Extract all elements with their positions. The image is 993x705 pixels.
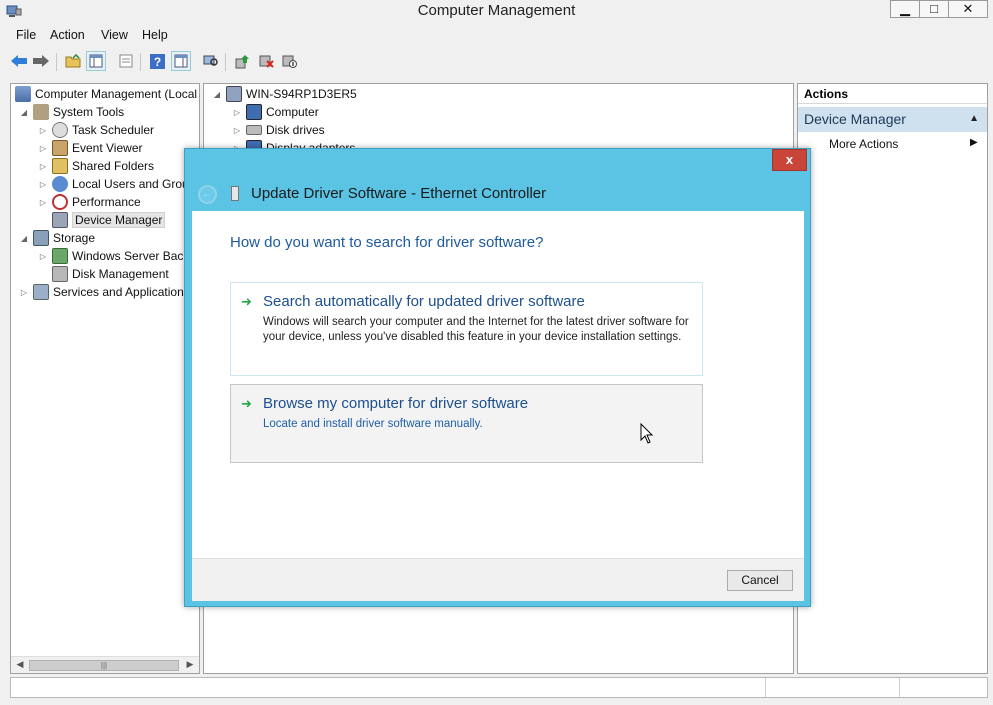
more-actions-item[interactable]: More Actions (829, 137, 898, 151)
users-icon (52, 176, 68, 192)
dialog-footer: Cancel (192, 558, 804, 601)
cancel-button[interactable]: Cancel (727, 570, 793, 591)
dialog-close-button[interactable]: x (772, 149, 807, 171)
menu-help[interactable]: Help (142, 28, 168, 42)
computer-icon (226, 86, 242, 102)
tree-item-task-scheduler[interactable]: ▷ Task Scheduler (38, 121, 154, 139)
disable-device-icon[interactable] (279, 51, 299, 71)
scroll-right-icon[interactable]: ▶ (183, 659, 197, 672)
tree-item-system-tools[interactable]: ◢ System Tools (19, 103, 124, 121)
option-description: Locate and install driver software manua… (263, 418, 483, 430)
update-driver-dialog: x ← Update Driver Software - Ethernet Co… (184, 148, 811, 607)
disk-drive-icon (246, 125, 262, 135)
tree-item-shared-folders[interactable]: ▷ Shared Folders (38, 157, 154, 175)
tree-item-services-and-applications[interactable]: ▷ Services and Application (19, 283, 184, 301)
scan-hardware-icon[interactable] (201, 51, 221, 71)
device-tree-item-disk-drives[interactable]: ▷ Disk drives (232, 121, 325, 139)
computer-management-icon (15, 86, 31, 102)
toolbar: ? (0, 48, 993, 76)
collapse-triangle-icon[interactable]: ◢ (19, 108, 29, 117)
menu-action[interactable]: Action (50, 28, 85, 42)
expand-triangle-icon[interactable]: ▷ (232, 108, 242, 117)
menu-view[interactable]: View (101, 28, 128, 42)
expand-triangle-icon[interactable]: ▷ (38, 126, 48, 135)
menu-bar: File Action View Help (0, 26, 993, 46)
ethernet-device-icon (231, 186, 239, 201)
disk-management-icon (52, 266, 68, 282)
actions-header: Actions (798, 84, 987, 104)
shared-folders-icon (52, 158, 68, 174)
minimize-button[interactable]: ▁ (890, 0, 920, 18)
tree-item-storage[interactable]: ◢ Storage (19, 229, 95, 247)
actions-section-label: Device Manager (804, 111, 906, 127)
option-description: Windows will search your computer and th… (263, 316, 689, 343)
mouse-cursor-icon (640, 423, 654, 444)
collapse-up-icon[interactable]: ▲ (969, 113, 979, 124)
storage-icon (33, 230, 49, 246)
expand-triangle-icon[interactable]: ▷ (38, 198, 48, 207)
clock-icon (52, 122, 68, 138)
back-arrow-icon[interactable] (9, 51, 29, 71)
submenu-arrow-icon: ▶ (970, 137, 978, 148)
browse-computer-option[interactable]: ➜ Browse my computer for driver software… (230, 384, 703, 463)
backup-icon (52, 248, 68, 264)
back-arrow-icon[interactable]: ← (198, 185, 217, 204)
dialog-body: How do you want to search for driver sof… (192, 211, 804, 558)
tree-item-local-users[interactable]: ▷ Local Users and Grou (38, 175, 189, 193)
dialog-title: Update Driver Software - Ethernet Contro… (251, 185, 547, 202)
search-automatically-option[interactable]: ➜ Search automatically for updated drive… (230, 282, 703, 376)
dialog-question: How do you want to search for driver sof… (230, 234, 544, 251)
tools-icon (33, 104, 49, 120)
help-icon[interactable]: ? (147, 51, 167, 71)
expand-triangle-icon[interactable]: ▷ (232, 126, 242, 135)
collapse-triangle-icon[interactable]: ◢ (19, 234, 29, 243)
title-bar: Computer Management ▁ □ ✕ (0, 0, 993, 22)
monitor-icon (246, 104, 262, 120)
window-title: Computer Management (417, 2, 576, 19)
device-tree-item-computer[interactable]: ▷ Computer (232, 103, 319, 121)
event-viewer-icon (52, 140, 68, 156)
console-tree-icon[interactable] (86, 51, 106, 71)
menu-file[interactable]: File (16, 28, 36, 42)
green-arrow-icon: ➜ (241, 294, 252, 309)
green-arrow-icon: ➜ (241, 396, 252, 411)
option-title: Search automatically for updated driver … (263, 293, 585, 310)
console-tree: Computer Management (Local ◢ System Tool… (10, 83, 200, 674)
expand-triangle-icon[interactable]: ▷ (38, 252, 48, 261)
scrollbar-thumb[interactable]: ||| (29, 660, 179, 671)
uninstall-device-icon[interactable] (256, 51, 276, 71)
close-window-button[interactable]: ✕ (948, 0, 988, 18)
tree-item-computer-management[interactable]: Computer Management (Local (15, 85, 197, 103)
status-bar (10, 677, 988, 698)
tree-item-performance[interactable]: ▷ Performance (38, 193, 141, 211)
maximize-button[interactable]: □ (919, 0, 949, 18)
performance-icon (52, 194, 68, 210)
device-tree-root[interactable]: ◢ WIN-S94RP1D3ER5 (212, 85, 357, 103)
tree-item-disk-management[interactable]: Disk Management (52, 265, 169, 283)
expand-triangle-icon[interactable]: ▷ (38, 144, 48, 153)
actions-pane: Actions Device Manager ▲ More Actions ▶ (797, 83, 988, 674)
tree-item-windows-server-backup[interactable]: ▷ Windows Server Back (38, 247, 189, 265)
up-folder-icon[interactable] (63, 51, 83, 71)
expand-triangle-icon[interactable]: ▷ (19, 288, 29, 297)
update-driver-icon[interactable] (232, 51, 252, 71)
properties-icon[interactable] (116, 51, 136, 71)
services-icon (33, 284, 49, 300)
horizontal-scrollbar[interactable]: ◀ ||| ▶ (11, 656, 199, 673)
tree-item-event-viewer[interactable]: ▷ Event Viewer (38, 139, 142, 157)
actions-section-device-manager[interactable]: Device Manager ▲ (798, 107, 987, 132)
collapse-triangle-icon[interactable]: ◢ (212, 90, 222, 99)
forward-arrow-icon[interactable] (31, 51, 51, 71)
action-pane-icon[interactable] (171, 51, 191, 71)
option-title: Browse my computer for driver software (263, 395, 529, 412)
scroll-left-icon[interactable]: ◀ (13, 659, 27, 672)
expand-triangle-icon[interactable]: ▷ (38, 162, 48, 171)
tree-item-device-manager[interactable]: Device Manager (52, 211, 166, 229)
device-manager-label: Device Manager (72, 212, 166, 228)
device-manager-icon (52, 212, 68, 228)
svg-text:?: ? (153, 55, 160, 69)
expand-triangle-icon[interactable]: ▷ (38, 180, 48, 189)
